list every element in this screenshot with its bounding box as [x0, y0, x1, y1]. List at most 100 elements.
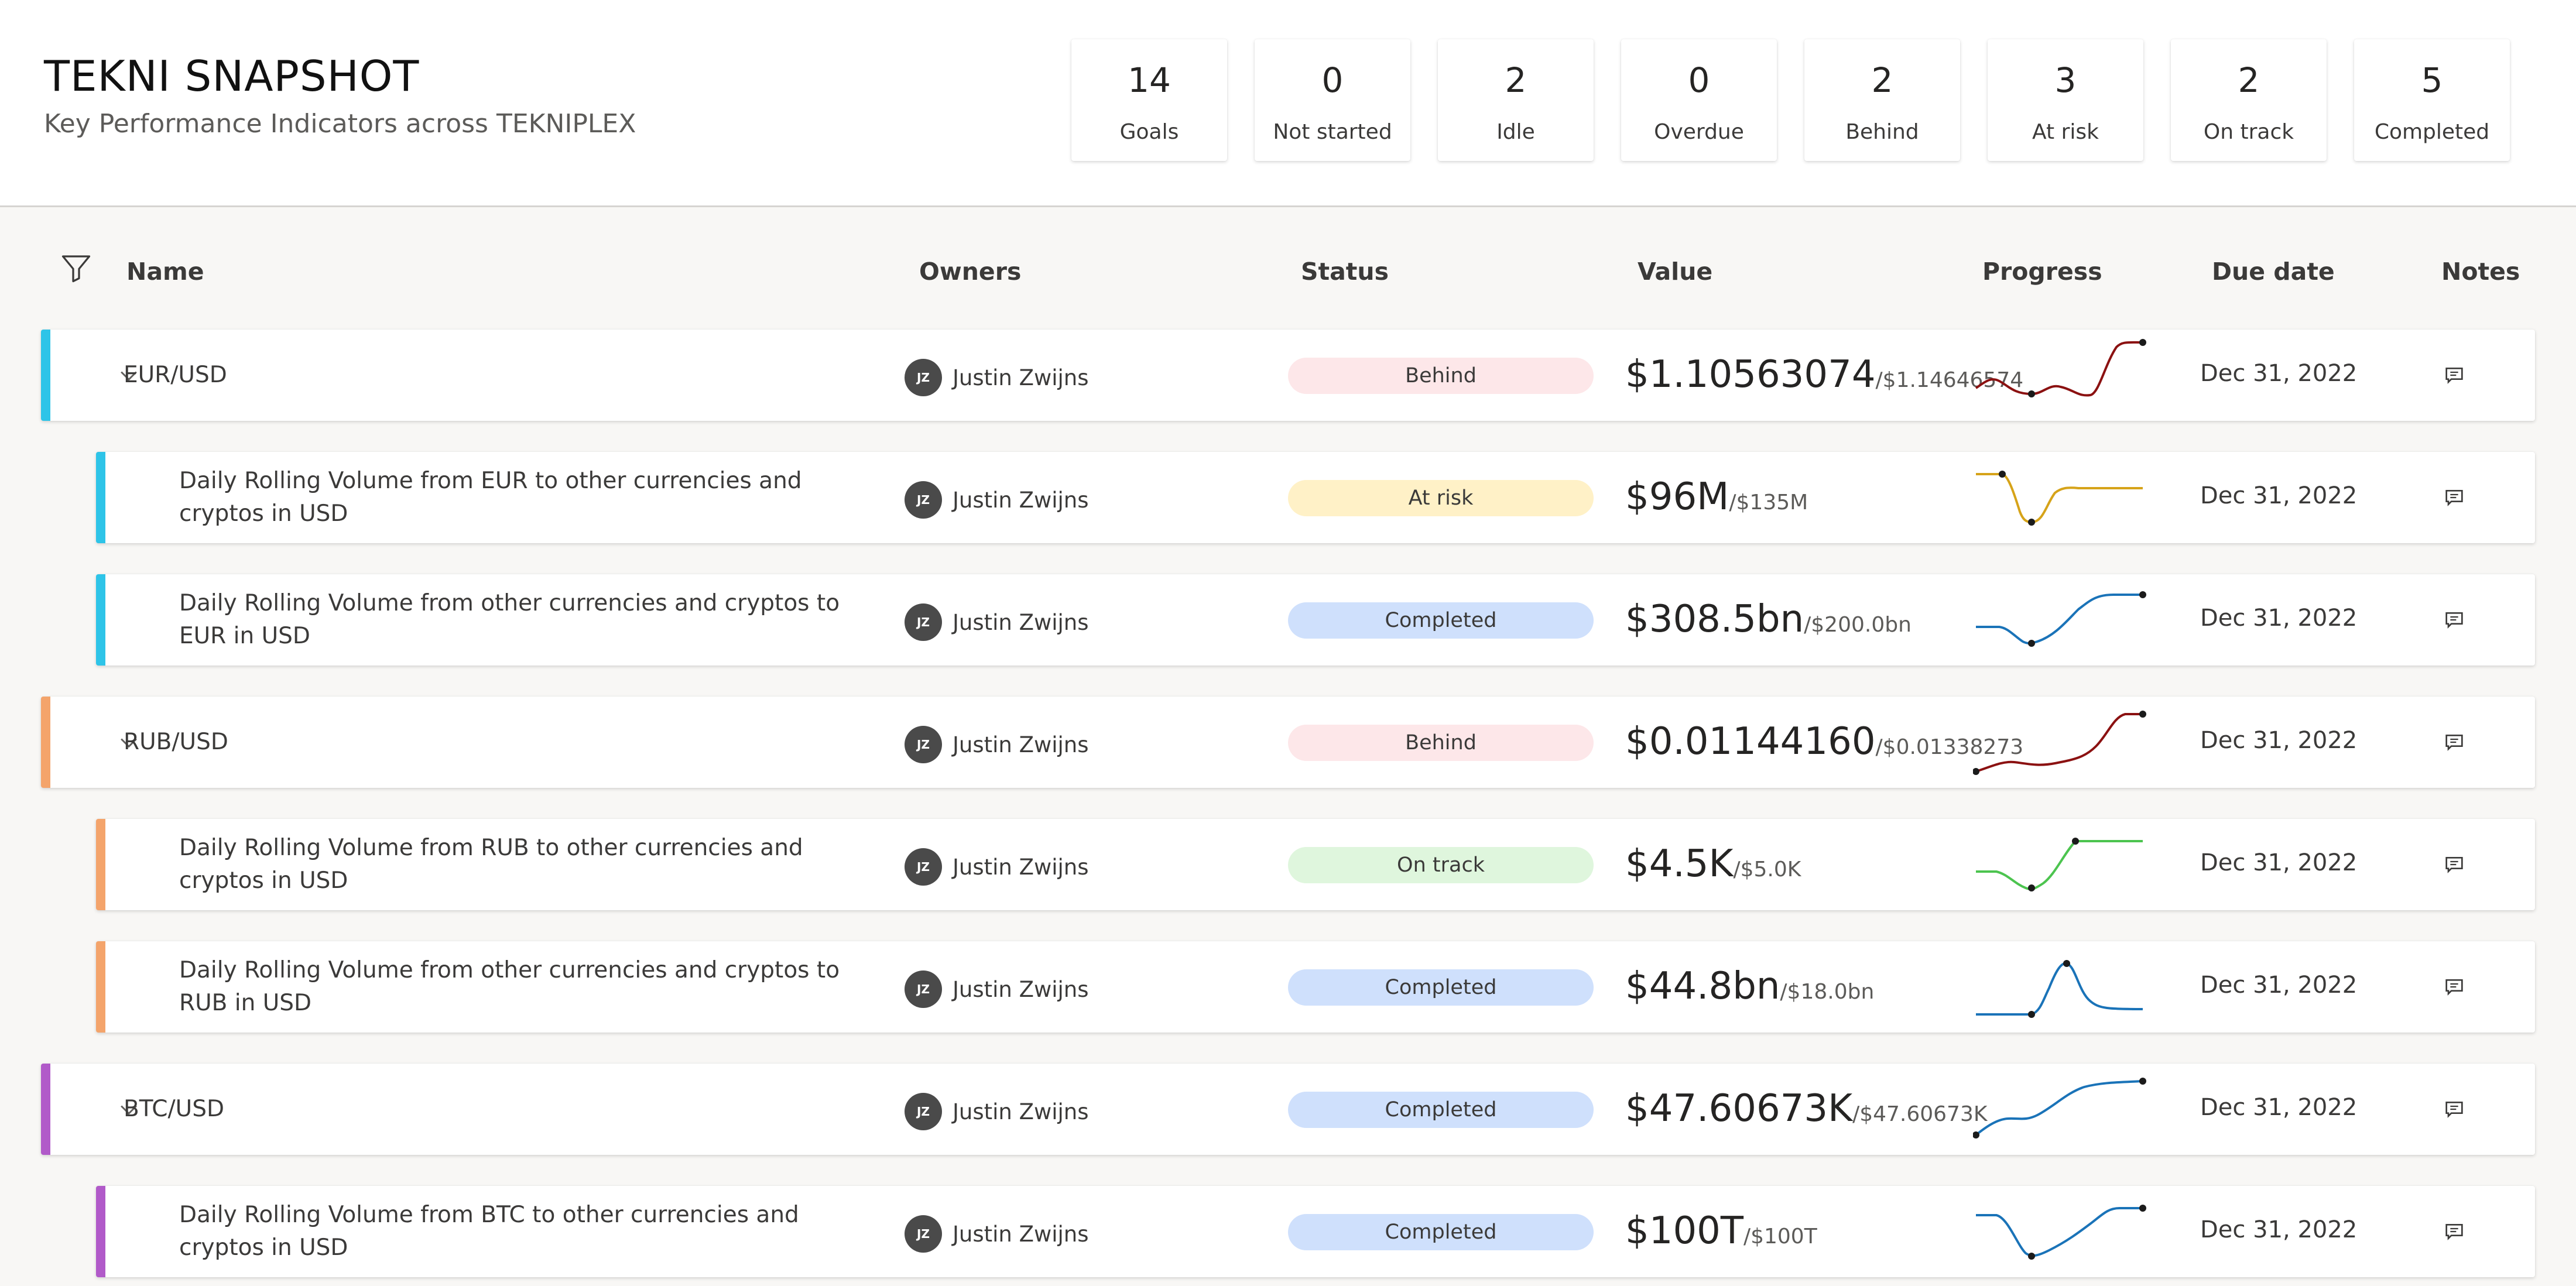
- row-accent-bar: [96, 1186, 105, 1277]
- goal-value: $308.5bn/$200.0bn: [1625, 598, 1912, 641]
- row-accent-bar: [96, 819, 105, 910]
- kpi-label: Goals: [1119, 120, 1179, 144]
- goal-row[interactable]: Daily Rolling Volume from RUB to other c…: [96, 819, 2535, 910]
- sparkline-point: [2028, 390, 2035, 397]
- goal-row[interactable]: RUB/USD JZ Justin Zwijns Behind $0.011441…: [41, 697, 2535, 788]
- goal-name[interactable]: Daily Rolling Volume from BTC to other c…: [179, 1199, 858, 1264]
- owner[interactable]: JZ Justin Zwijns: [905, 603, 1089, 641]
- progress-sparkline: [1976, 960, 2143, 1018]
- goal-name[interactable]: Daily Rolling Volume from other currenci…: [179, 954, 858, 1020]
- kpi-overdue[interactable]: 0 Overdue: [1621, 39, 1777, 161]
- sparkline-path: [1976, 840, 2143, 890]
- status-badge[interactable]: At risk: [1288, 480, 1594, 516]
- kpi-at-risk[interactable]: 3 At risk: [1988, 39, 2143, 161]
- owner-name: Justin Zwijns: [953, 1099, 1089, 1124]
- kpi-not-started[interactable]: 0 Not started: [1255, 39, 1410, 161]
- goal-row[interactable]: EUR/USD JZ Justin Zwijns Behind $1.105630…: [41, 330, 2535, 421]
- owner[interactable]: JZ Justin Zwijns: [905, 1215, 1089, 1253]
- column-header-progress[interactable]: Progress: [1982, 258, 2102, 286]
- kpi-value: 2: [2238, 60, 2260, 100]
- owner[interactable]: JZ Justin Zwijns: [905, 726, 1089, 763]
- column-header-name[interactable]: Name: [126, 258, 204, 286]
- avatar: JZ: [905, 481, 942, 519]
- goal-name[interactable]: EUR/USD: [124, 359, 227, 392]
- column-header-status[interactable]: Status: [1301, 258, 1389, 286]
- comment-icon[interactable]: [2443, 731, 2466, 754]
- current-value: $96M: [1625, 475, 1729, 519]
- comment-icon[interactable]: [2443, 1220, 2466, 1243]
- sparkline-path: [1976, 962, 2143, 1016]
- status-badge[interactable]: Completed: [1288, 602, 1594, 639]
- sparkline-path: [1975, 1080, 2143, 1136]
- status-badge[interactable]: Completed: [1288, 969, 1594, 1006]
- current-value: $44.8bn: [1625, 965, 1780, 1008]
- status-badge[interactable]: Completed: [1288, 1214, 1594, 1250]
- status-badge[interactable]: On track: [1288, 847, 1594, 883]
- kpi-value: 0: [1688, 60, 1710, 100]
- comment-icon[interactable]: [2443, 975, 2466, 999]
- owner-name: Justin Zwijns: [953, 854, 1089, 880]
- comment-icon[interactable]: [2443, 853, 2466, 876]
- sparkline-point: [2139, 711, 2146, 718]
- goal-name[interactable]: Daily Rolling Volume from RUB to other c…: [179, 832, 858, 897]
- current-value: $0.01144160: [1625, 720, 1876, 763]
- comment-icon[interactable]: [2443, 486, 2466, 509]
- due-date: Dec 31, 2022: [2200, 1216, 2358, 1243]
- avatar: JZ: [905, 603, 942, 641]
- owner[interactable]: JZ Justin Zwijns: [905, 1093, 1089, 1130]
- sparkline-point: [2139, 1078, 2146, 1085]
- goal-value: $0.01144160/$0.01338273: [1625, 720, 2023, 763]
- column-header-value[interactable]: Value: [1638, 258, 1712, 286]
- progress-sparkline: [1976, 591, 2146, 647]
- goal-row[interactable]: Daily Rolling Volume from other currenci…: [96, 574, 2535, 666]
- sparkline-path: [1976, 473, 2143, 524]
- goal-name[interactable]: Daily Rolling Volume from other currenci…: [179, 587, 858, 653]
- page-subtitle: Key Performance Indicators across TEKNIP…: [44, 109, 636, 139]
- kpi-idle[interactable]: 2 Idle: [1438, 39, 1594, 161]
- comment-icon[interactable]: [2443, 363, 2466, 387]
- kpi-value: 2: [1871, 60, 1893, 100]
- row-accent-bar: [96, 452, 105, 543]
- row-accent-bar: [41, 1064, 50, 1155]
- kpi-label: At risk: [2032, 120, 2099, 144]
- avatar: JZ: [905, 1215, 942, 1253]
- status-badge[interactable]: Behind: [1288, 725, 1594, 761]
- column-header-owners[interactable]: Owners: [919, 258, 1021, 286]
- due-date: Dec 31, 2022: [2200, 605, 2358, 632]
- avatar: JZ: [905, 970, 942, 1008]
- kpi-label: Overdue: [1654, 120, 1744, 144]
- owner[interactable]: JZ Justin Zwijns: [905, 848, 1089, 886]
- owner-name: Justin Zwijns: [953, 976, 1089, 1002]
- goal-name[interactable]: BTC/USD: [124, 1093, 224, 1126]
- goal-row[interactable]: Daily Rolling Volume from BTC to other c…: [96, 1186, 2535, 1277]
- sparkline-point: [2139, 591, 2146, 598]
- row-accent-bar: [41, 697, 50, 788]
- kpi-label: Completed: [2374, 120, 2490, 144]
- comment-icon[interactable]: [2443, 1098, 2466, 1121]
- owner[interactable]: JZ Justin Zwijns: [905, 970, 1089, 1008]
- sparkline-path: [1975, 341, 2143, 397]
- owner[interactable]: JZ Justin Zwijns: [905, 359, 1089, 396]
- kpi-behind[interactable]: 2 Behind: [1804, 39, 1960, 161]
- goal-name[interactable]: RUB/USD: [124, 726, 228, 759]
- goal-row[interactable]: Daily Rolling Volume from other currenci…: [96, 941, 2535, 1033]
- comment-icon[interactable]: [2443, 608, 2466, 632]
- goal-row[interactable]: Daily Rolling Volume from EUR to other c…: [96, 452, 2535, 543]
- goal-name[interactable]: Daily Rolling Volume from EUR to other c…: [179, 465, 858, 530]
- status-badge[interactable]: Completed: [1288, 1092, 1594, 1128]
- progress-sparkline: [1973, 711, 2146, 775]
- kpi-value: 5: [2421, 60, 2443, 100]
- goal-row[interactable]: BTC/USD JZ Justin Zwijns Completed $47.60…: [41, 1064, 2535, 1155]
- kpi-completed[interactable]: 5 Completed: [2354, 39, 2510, 161]
- avatar: JZ: [905, 359, 942, 396]
- status-badge[interactable]: Behind: [1288, 358, 1594, 394]
- goal-value: $47.60673K/$47.60673K: [1625, 1087, 1987, 1130]
- filter-icon[interactable]: [59, 251, 94, 286]
- owner[interactable]: JZ Justin Zwijns: [905, 481, 1089, 519]
- column-header-notes[interactable]: Notes: [2441, 258, 2520, 286]
- kpi-on-track[interactable]: 2 On track: [2171, 39, 2327, 161]
- sparkline-point: [2139, 1205, 2146, 1212]
- due-date: Dec 31, 2022: [2200, 482, 2358, 509]
- column-header-due-date[interactable]: Due date: [2212, 258, 2335, 286]
- kpi-goals[interactable]: 14 Goals: [1071, 39, 1227, 161]
